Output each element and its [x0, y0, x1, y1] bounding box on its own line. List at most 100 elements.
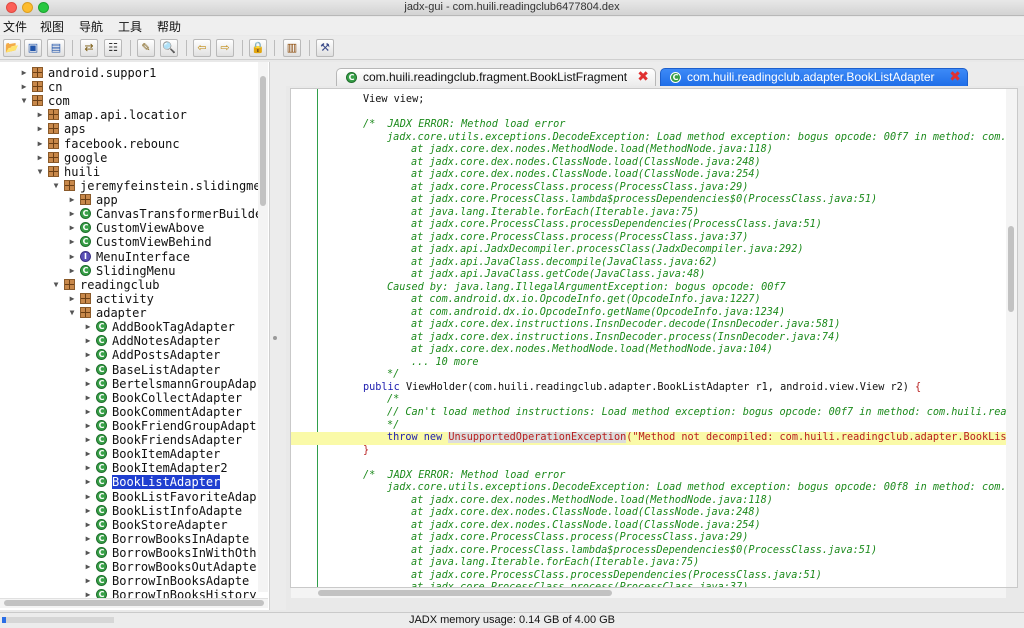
tree-item-class[interactable]: ▶ C CanvasTransformerBuilde [67, 207, 258, 221]
close-tab-icon[interactable]: ✖ [637, 69, 649, 86]
caret-right-icon[interactable]: ▶ [83, 348, 93, 362]
tree-item-package[interactable]: ▼ jeremyfeinstein.slidingme [51, 179, 258, 193]
caret-right-icon[interactable]: ▶ [83, 447, 93, 461]
tree-item-class[interactable]: ▶ C BookItemAdapter2 [83, 461, 258, 475]
menu-view[interactable]: 视图 [40, 18, 64, 35]
menu-help[interactable]: 帮助 [157, 18, 181, 35]
caret-right-icon[interactable]: ▶ [83, 546, 93, 560]
tree-item-class[interactable]: ▶ I MenuInterface [67, 250, 258, 264]
tree-item-class[interactable]: ▶ C BertelsmannGroupAdap [83, 377, 258, 391]
caret-right-icon[interactable]: ▶ [83, 490, 93, 504]
caret-right-icon[interactable]: ▶ [83, 475, 93, 489]
tree-item-package[interactable]: ▶ aps [35, 122, 258, 136]
caret-right-icon[interactable]: ▶ [83, 504, 93, 518]
tree-item-class[interactable]: ▶ C BookCollectAdapter [83, 391, 258, 405]
caret-right-icon[interactable]: ▶ [35, 151, 45, 165]
caret-right-icon[interactable]: ▶ [83, 574, 93, 588]
tree-item-class[interactable]: ▶ C CustomViewBehind [67, 235, 258, 249]
caret-right-icon[interactable]: ▶ [67, 193, 77, 207]
caret-right-icon[interactable]: ▶ [19, 66, 29, 80]
code-editor[interactable]: View view; /* JADX ERROR: Method load err… [290, 88, 1018, 588]
caret-right-icon[interactable]: ▶ [83, 405, 93, 419]
tree-item-class[interactable]: ▶ C BorrowBooksOutAdapte [83, 560, 258, 574]
class-tree[interactable]: ▶ android.suppor1 ▶ cn ▼ com ▶ amap.api.locatio… [0, 62, 270, 610]
tree-item-class[interactable]: ▶ C BaseListAdapter [83, 363, 258, 377]
tree-item-class[interactable]: ▶ C BookCommentAdapter [83, 405, 258, 419]
caret-down-icon[interactable]: ▼ [51, 278, 61, 292]
caret-right-icon[interactable]: ▶ [67, 221, 77, 235]
caret-right-icon[interactable]: ▶ [67, 235, 77, 249]
caret-right-icon[interactable]: ▶ [83, 532, 93, 546]
tree-item-package[interactable]: ▼ com [19, 94, 258, 108]
tree-item-class[interactable]: ▶ C BookStoreAdapter [83, 518, 258, 532]
tree-item-class[interactable]: ▶ C BookListAdapter [83, 475, 258, 490]
tree-item-class[interactable]: ▶ C BorrowInBooksAdapte [83, 574, 258, 588]
tree-item-package[interactable]: ▶ facebook.rebounc [35, 137, 258, 151]
forward-icon[interactable]: ⇨ [216, 39, 234, 57]
tree-item-package[interactable]: ▶ app [67, 193, 258, 207]
search-text-icon[interactable]: ✎ [137, 39, 155, 57]
tree-item-package[interactable]: ▶ activity [67, 292, 258, 306]
tree-vertical-scroll-thumb[interactable] [260, 76, 266, 206]
tree-item-class[interactable]: ▶ C AddBookTagAdapter [83, 320, 258, 334]
tree-item-class[interactable]: ▶ C AddPostsAdapter [83, 348, 258, 362]
caret-right-icon[interactable]: ▶ [83, 377, 93, 391]
tab-booklistfragment[interactable]: C com.huili.readingclub.fragment.BookLis… [336, 68, 656, 86]
caret-right-icon[interactable]: ▶ [83, 461, 93, 475]
tree-item-package[interactable]: ▼ adapter [67, 306, 258, 320]
caret-down-icon[interactable]: ▼ [19, 94, 29, 108]
tree-item-class[interactable]: ▶ C BookListFavoriteAdap [83, 490, 258, 504]
tab-booklistadapter[interactable]: C com.huili.readingclub.adapter.BookList… [660, 68, 968, 86]
tree-item-class[interactable]: ▶ C BorrowBooksInWithOth [83, 546, 258, 560]
caret-right-icon[interactable]: ▶ [35, 137, 45, 151]
caret-right-icon[interactable]: ▶ [35, 108, 45, 122]
tree-item-class[interactable]: ▶ C BookListInfoAdapte [83, 504, 258, 518]
caret-right-icon[interactable]: ▶ [67, 292, 77, 306]
caret-down-icon[interactable]: ▼ [67, 306, 77, 320]
close-tab-icon[interactable]: ✖ [949, 69, 961, 86]
caret-down-icon[interactable]: ▼ [51, 179, 61, 193]
caret-right-icon[interactable]: ▶ [67, 207, 77, 221]
caret-right-icon[interactable]: ▶ [83, 334, 93, 348]
tree-item-package[interactable]: ▶ cn [19, 80, 258, 94]
caret-right-icon[interactable]: ▶ [83, 560, 93, 574]
menu-navigation[interactable]: 导航 [79, 18, 103, 35]
search-class-icon[interactable]: 🔍 [160, 39, 178, 57]
caret-right-icon[interactable]: ▶ [83, 363, 93, 377]
caret-right-icon[interactable]: ▶ [19, 80, 29, 94]
caret-down-icon[interactable]: ▼ [35, 165, 45, 179]
save-all-icon[interactable]: ▣ [24, 39, 42, 57]
tree-item-class[interactable]: ▶ C BookFriendsAdapter [83, 433, 258, 447]
caret-right-icon[interactable]: ▶ [83, 433, 93, 447]
tree-item-class[interactable]: ▶ C BookFriendGroupAdapt [83, 419, 258, 433]
caret-right-icon[interactable]: ▶ [83, 320, 93, 334]
caret-right-icon[interactable]: ▶ [67, 264, 77, 278]
back-icon[interactable]: ⇦ [193, 39, 211, 57]
sync-icon[interactable]: ⇄ [80, 39, 98, 57]
tree-item-package[interactable]: ▼ readingclub [51, 278, 258, 292]
tree-item-class[interactable]: ▶ C BorrowBooksInAdapte [83, 532, 258, 546]
caret-right-icon[interactable]: ▶ [83, 391, 93, 405]
open-folder-icon[interactable]: 📂 [3, 39, 21, 57]
caret-right-icon[interactable]: ▶ [35, 122, 45, 136]
deobfuscation-icon[interactable]: 🔒 [249, 39, 267, 57]
tree-item-package[interactable]: ▶ android.suppor1 [19, 66, 258, 80]
preferences-icon[interactable]: ⚒ [316, 39, 334, 57]
code-vertical-scrollbar[interactable] [1006, 89, 1017, 587]
tree-item-package[interactable]: ▼ huili [35, 165, 258, 179]
code-vertical-scroll-thumb[interactable] [1008, 226, 1014, 312]
caret-right-icon[interactable]: ▶ [83, 419, 93, 433]
tree-item-class[interactable]: ▶ C CustomViewAbove [67, 221, 258, 235]
tree-item-package[interactable]: ▶ google [35, 151, 258, 165]
code-horizontal-scroll-thumb[interactable] [318, 590, 612, 596]
log-icon[interactable]: ▥ [283, 39, 301, 57]
menu-tools[interactable]: 工具 [118, 18, 142, 35]
tree-item-class[interactable]: ▶ C AddNotesAdapter [83, 334, 258, 348]
flatten-icon[interactable]: ☷ [104, 39, 122, 57]
tree-item-class[interactable]: ▶ C BookItemAdapter [83, 447, 258, 461]
export-icon[interactable]: ▤ [47, 39, 65, 57]
menu-file[interactable]: 文件 [3, 18, 27, 35]
tree-item-package[interactable]: ▶ amap.api.locatior [35, 108, 258, 122]
tree-horizontal-scroll-thumb[interactable] [4, 600, 264, 606]
caret-right-icon[interactable]: ▶ [83, 518, 93, 532]
